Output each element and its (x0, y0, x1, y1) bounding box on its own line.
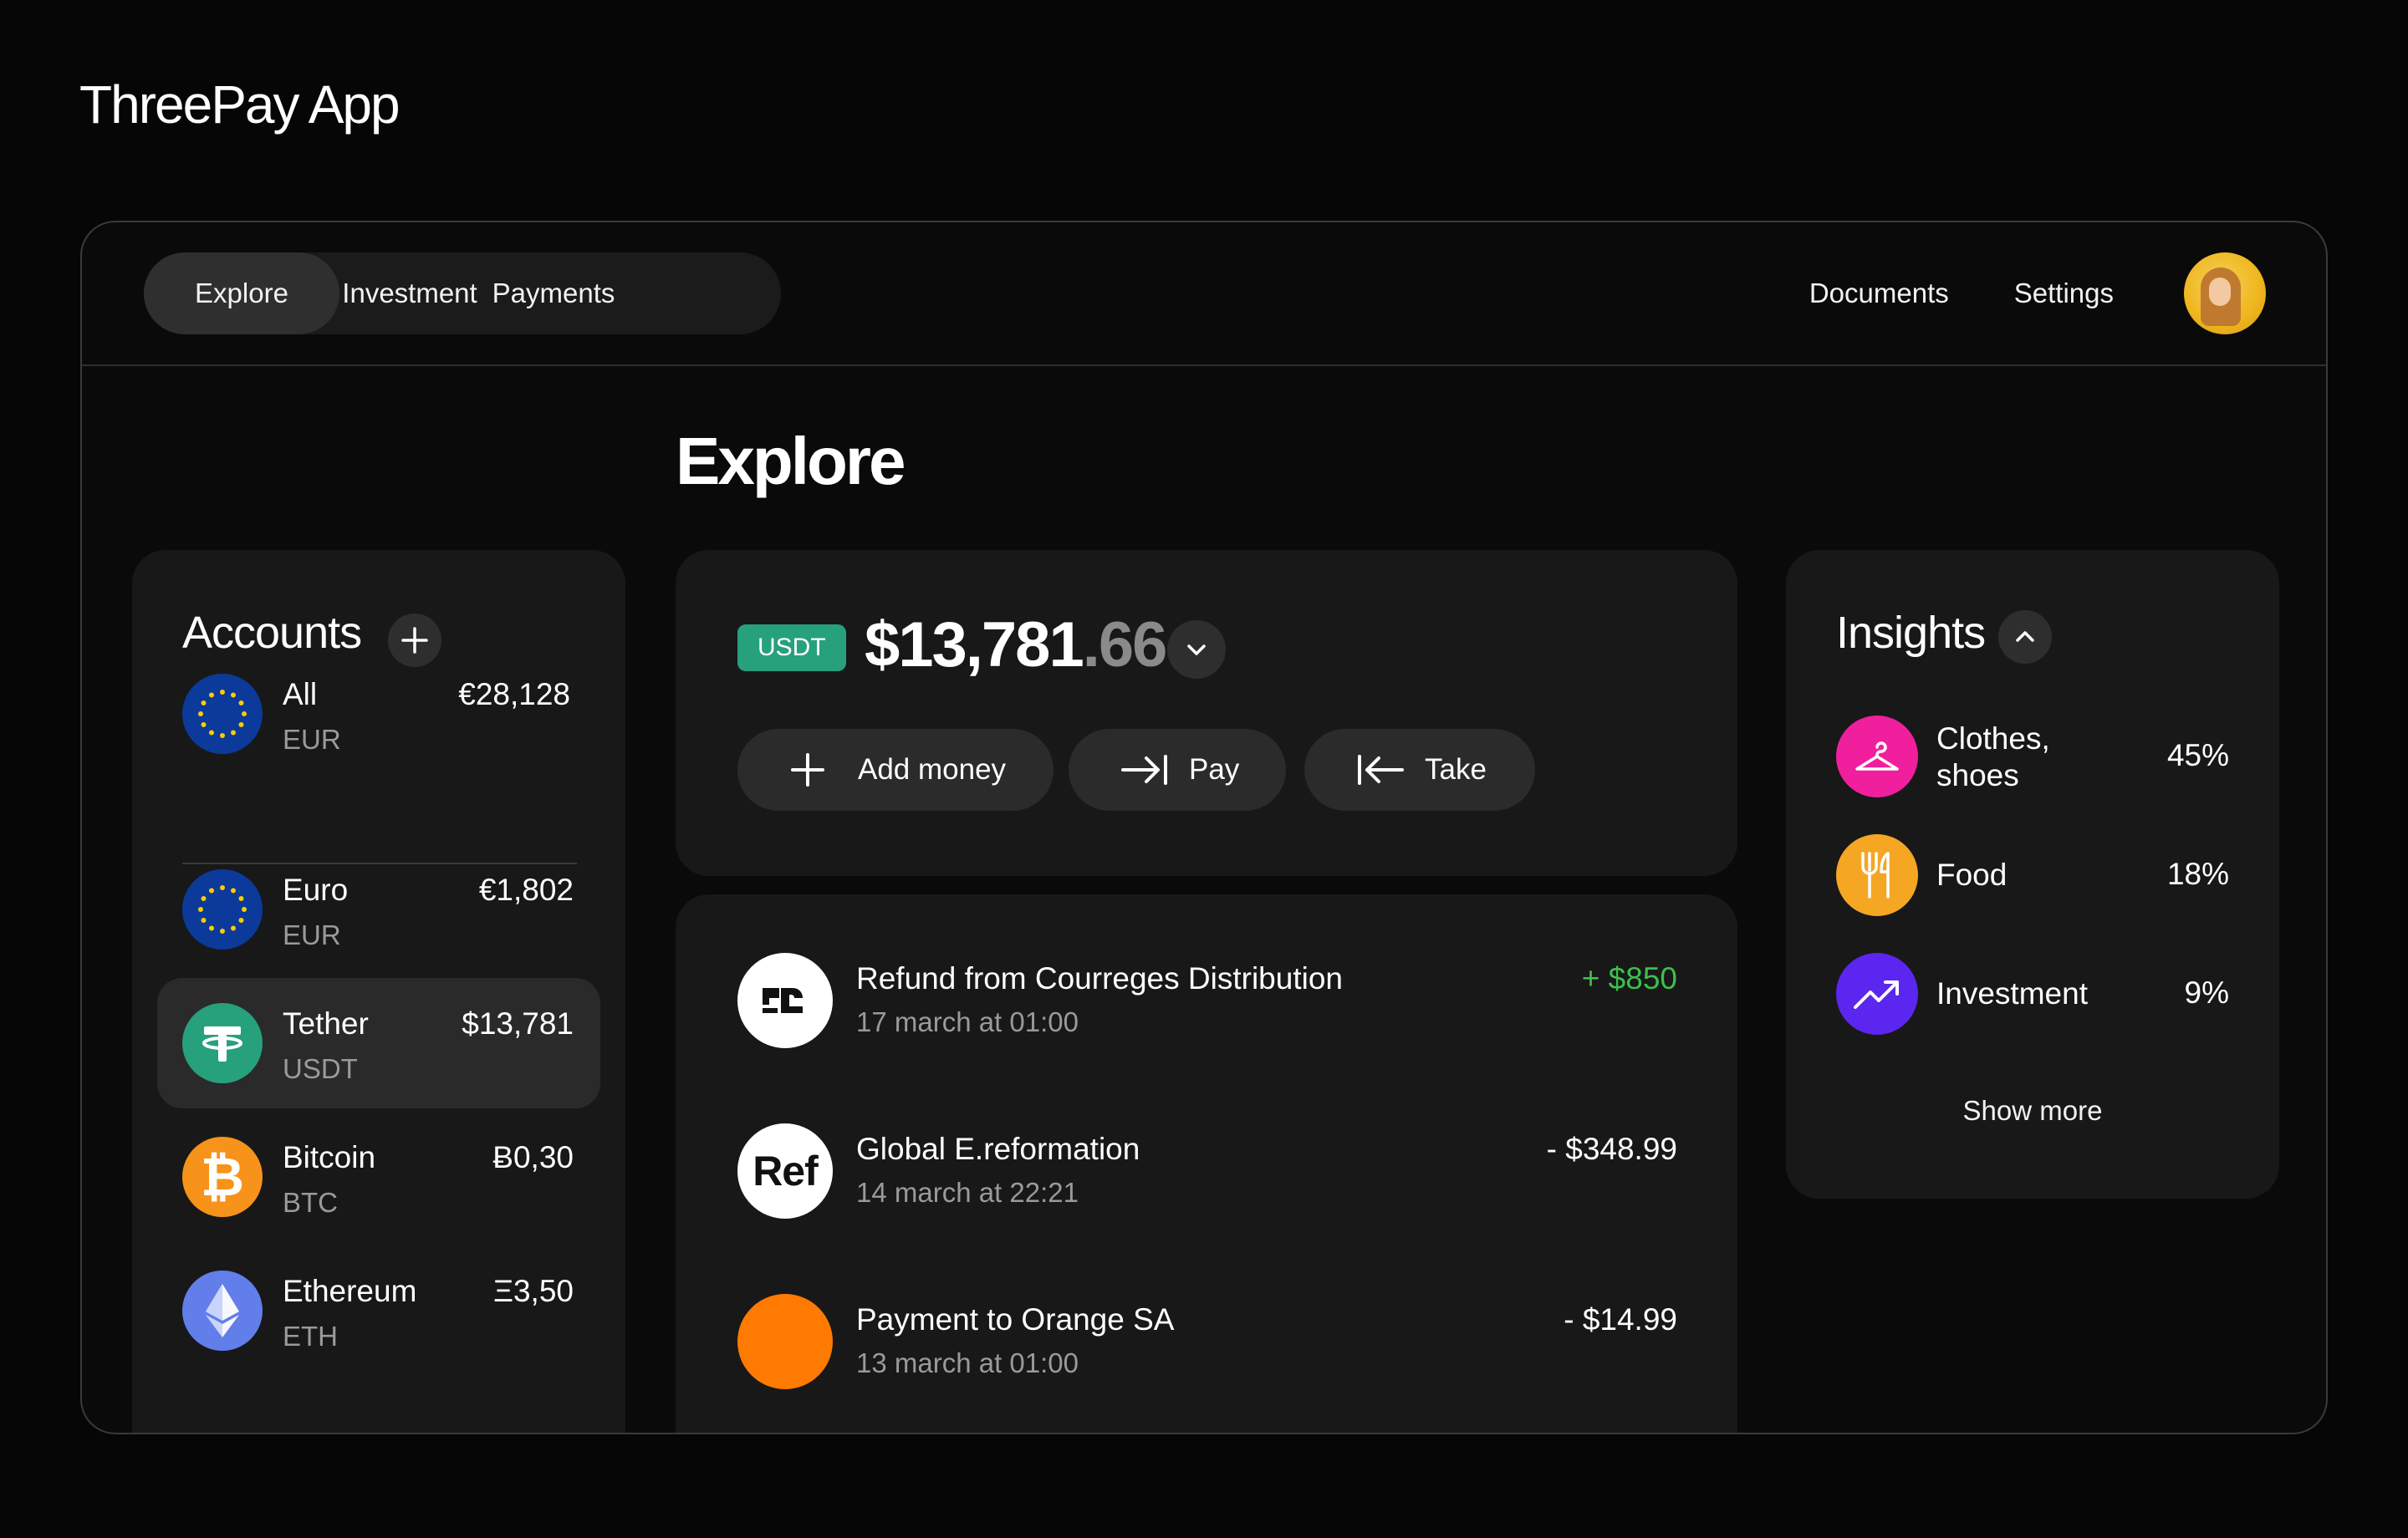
transaction-title: Global E.reformation (856, 1132, 1140, 1166)
transaction-amount: - $14.99 (1564, 1302, 1677, 1337)
add-money-button[interactable]: Add money (737, 729, 1054, 811)
avatar[interactable] (2184, 252, 2266, 334)
account-row-euro[interactable]: Euro EUR €1,802 (157, 844, 600, 975)
courreges-logo-icon (737, 953, 833, 1048)
transaction-row[interactable]: Payment to Orange SA 13 march at 01:00 -… (737, 1294, 1677, 1394)
transactions-panel: Refund from Courreges Distribution 17 ma… (676, 894, 1737, 1433)
insight-row-food[interactable]: Food 18% (1836, 834, 2229, 916)
transaction-row[interactable]: Refund from Courreges Distribution 17 ma… (737, 953, 1677, 1053)
transaction-title: Payment to Orange SA (856, 1302, 1175, 1337)
documents-link[interactable]: Documents (1809, 278, 1949, 309)
bitcoin-icon: ₿ (182, 1137, 263, 1217)
account-code: USDT (283, 1053, 358, 1084)
account-name: Ethereum (283, 1274, 417, 1308)
insight-row-clothes[interactable]: Clothes, shoes 45% (1836, 716, 2229, 797)
eu-flag-icon (182, 674, 263, 754)
settings-link[interactable]: Settings (2014, 278, 2114, 309)
account-amount: Ƀ0,30 (492, 1140, 574, 1174)
balance-amount-main: $13,781 (865, 609, 1084, 680)
insights-title: Insights (1836, 608, 1986, 658)
account-amount: €1,802 (478, 873, 574, 907)
account-amount: $13,781 (462, 1006, 574, 1041)
transaction-amount: - $348.99 (1546, 1132, 1677, 1166)
account-code: ETH (283, 1321, 338, 1352)
trend-up-icon (1836, 953, 1918, 1035)
account-row-all[interactable]: All EUR €28,128 (157, 649, 600, 779)
insight-label: Food (1936, 858, 2008, 892)
insight-row-investment[interactable]: Investment 9% (1836, 953, 2229, 1035)
currency-dropdown-button[interactable] (1167, 620, 1226, 679)
insight-label: Investment (1936, 976, 2088, 1011)
transaction-date: 13 march at 01:00 (856, 1347, 1079, 1378)
arrow-right-bar-icon (1121, 755, 1167, 785)
chevron-down-icon (1187, 644, 1206, 655)
eu-flag-icon (182, 869, 263, 950)
tab-explore[interactable]: Explore (144, 252, 339, 334)
arrow-left-bar-icon (1358, 755, 1404, 785)
insights-panel: Insights Clothes, shoes 45% Food 18% Inv… (1786, 550, 2279, 1199)
account-code: EUR (283, 919, 341, 950)
insight-percent: 45% (2166, 738, 2229, 772)
transaction-date: 14 march at 22:21 (856, 1177, 1079, 1208)
account-row-ethereum[interactable]: Ethereum ETH Ξ3,50 (157, 1245, 600, 1376)
page-title: Explore (676, 424, 906, 498)
account-code: BTC (283, 1187, 338, 1218)
balance-amount-cents: .66 (1082, 609, 1168, 680)
account-name: Euro (283, 873, 349, 907)
account-code: EUR (283, 724, 341, 755)
insight-percent: 9% (2184, 975, 2229, 1010)
ethereum-icon (182, 1271, 263, 1351)
balance-panel: USDT $13,781.66 Add money Pay Take (676, 550, 1737, 876)
plus-icon (791, 753, 824, 787)
app-title: ThreePay App (79, 74, 400, 135)
pay-label: Pay (1189, 753, 1240, 786)
tab-investment[interactable]: Investment (342, 252, 477, 334)
account-name: Bitcoin (283, 1140, 376, 1174)
transaction-amount: + $850 (1581, 961, 1677, 996)
tether-icon (182, 1003, 263, 1083)
account-amount: Ξ3,50 (492, 1274, 574, 1308)
balance-amount: $13,781.66 (865, 609, 1168, 681)
account-row-tether[interactable]: Tether USDT $13,781 (157, 978, 600, 1108)
add-money-label: Add money (858, 753, 1007, 786)
tab-payments[interactable]: Payments (492, 252, 615, 334)
take-button[interactable]: Take (1304, 729, 1535, 811)
account-row-bitcoin[interactable]: ₿ Bitcoin BTC Ƀ0,30 (157, 1112, 600, 1242)
transaction-date: 17 march at 01:00 (856, 1006, 1079, 1037)
avatar-face (2209, 278, 2231, 306)
top-navigation: Explore Investment Payments Documents Se… (82, 222, 2326, 366)
transaction-title: Refund from Courreges Distribution (856, 961, 1343, 996)
ref-logo: Ref (737, 1123, 833, 1219)
app-window: Explore Investment Payments Documents Se… (80, 221, 2328, 1434)
transaction-row[interactable]: Ref Global E.reformation 14 march at 22:… (737, 1123, 1677, 1224)
account-amount: €28,128 (458, 677, 570, 711)
nav-tabs: Explore Investment Payments (144, 252, 781, 334)
insight-label: Clothes, shoes (1936, 721, 2050, 792)
chevron-up-icon (2016, 631, 2034, 642)
insights-collapse-button[interactable] (1998, 610, 2052, 664)
top-right-menu: Documents Settings (1809, 252, 2266, 334)
account-name: All (283, 677, 318, 711)
hanger-icon (1836, 716, 1918, 797)
fork-knife-icon (1836, 834, 1918, 916)
orange-logo-icon (737, 1294, 833, 1389)
accounts-panel: Accounts All EUR €28,128 Euro EUR €1,802… (132, 550, 625, 1433)
account-name: Tether (283, 1006, 369, 1041)
take-label: Take (1425, 753, 1487, 786)
pay-button[interactable]: Pay (1069, 729, 1286, 811)
currency-badge: USDT (737, 624, 846, 671)
insight-percent: 18% (2166, 857, 2229, 891)
show-more-button[interactable]: Show more (1786, 1095, 2279, 1127)
